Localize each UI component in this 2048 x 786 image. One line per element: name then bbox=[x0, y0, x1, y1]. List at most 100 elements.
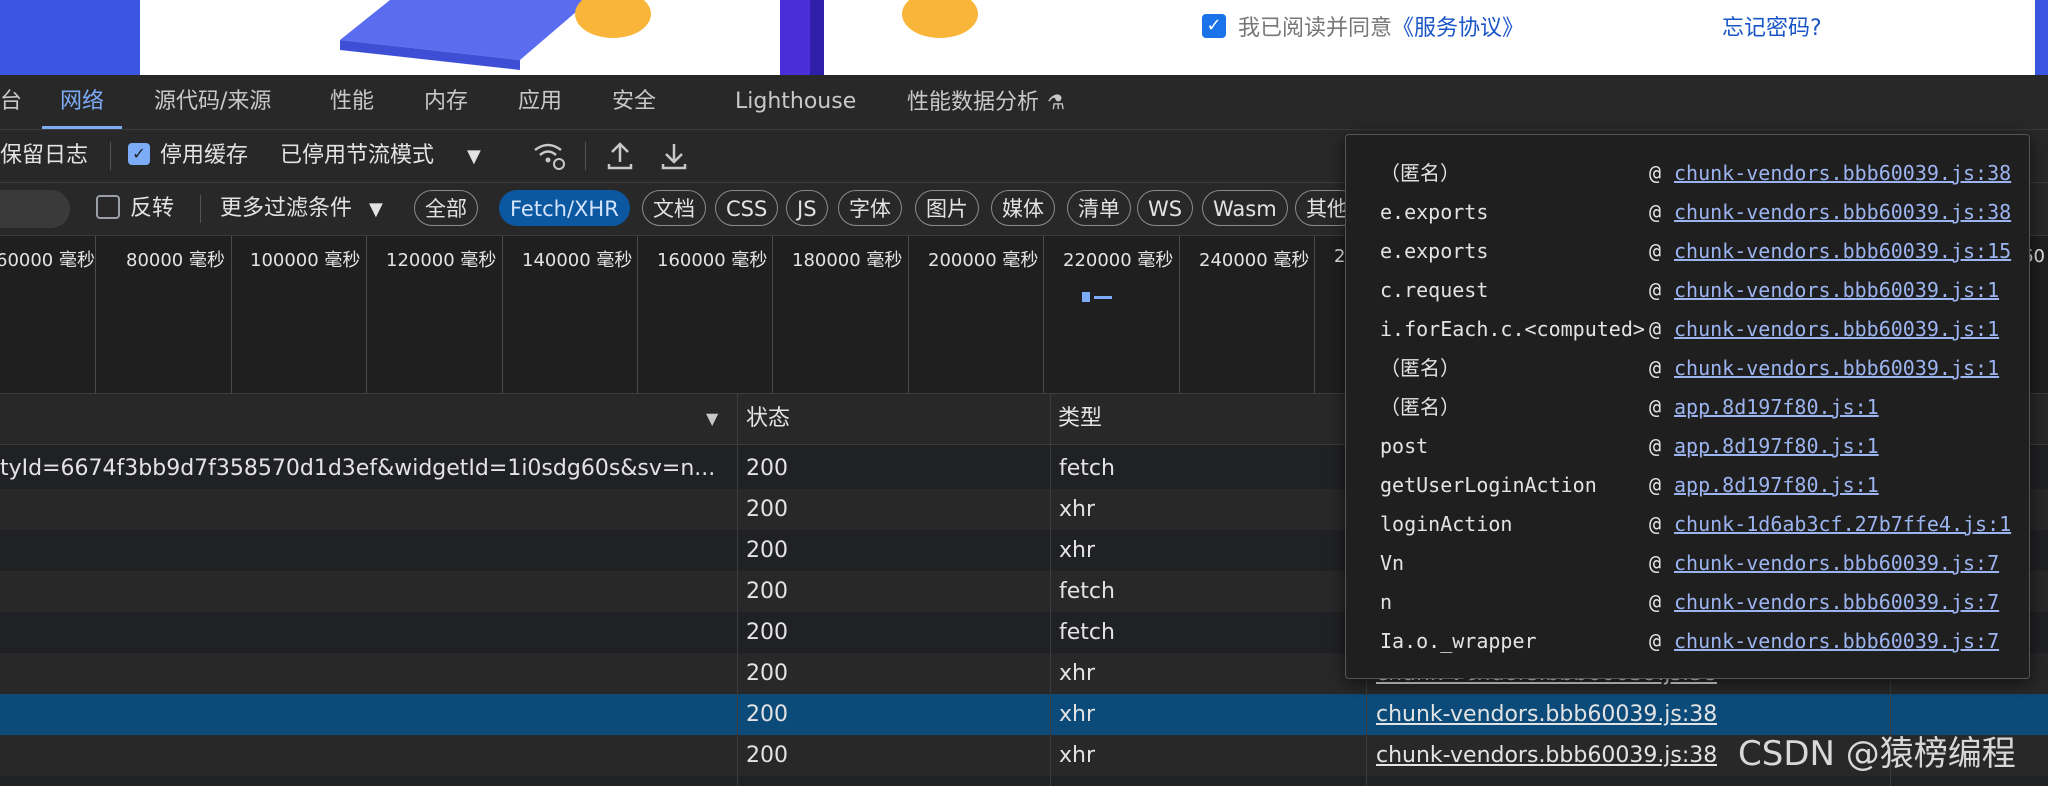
stack-frame: n @ chunk-vendors.bbb60039.js:7 bbox=[1346, 583, 2029, 622]
import-har-icon[interactable] bbox=[606, 140, 634, 172]
at-symbol: @ bbox=[1649, 278, 1662, 302]
filter-input[interactable] bbox=[0, 190, 70, 228]
stack-location-link[interactable]: chunk-vendors.bbb60039.js:38 bbox=[1674, 193, 2011, 232]
at-symbol: @ bbox=[1649, 473, 1662, 497]
request-initiator[interactable]: chunk-vendors.bbb60039.js:38 bbox=[1376, 694, 1717, 735]
initiator-stack-popover: （匿名） @ chunk-vendors.bbb60039.js:38 e.expo… bbox=[1345, 134, 2030, 679]
overview-gridline bbox=[366, 236, 367, 393]
tab-memory[interactable]: 内存 bbox=[424, 75, 468, 129]
stack-frame: Vn @ chunk-vendors.bbb60039.js:7 bbox=[1346, 544, 2029, 583]
filter-chip-ws[interactable]: WS bbox=[1137, 190, 1194, 226]
at-symbol: @ bbox=[1649, 551, 1662, 575]
stack-function: i.forEach.c.<computed> bbox=[1380, 317, 1645, 341]
stack-location-link[interactable]: chunk-vendors.bbb60039.js:7 bbox=[1674, 622, 1999, 661]
stack-function: loginAction bbox=[1380, 512, 1513, 536]
at-symbol: @ bbox=[1649, 161, 1662, 185]
service-agreement-link[interactable]: 《服务协议》 bbox=[1392, 10, 1524, 42]
at-symbol: @ bbox=[1649, 629, 1662, 653]
tab-performance[interactable]: 性能 bbox=[330, 75, 374, 129]
more-filters-dropdown[interactable]: 更多过滤条件 ▼ bbox=[220, 183, 383, 235]
stack-location-link[interactable]: app.8d197f80.js:1 bbox=[1674, 388, 1879, 427]
filter-chip-css[interactable]: CSS bbox=[715, 190, 779, 226]
stack-location-link[interactable]: chunk-1d6ab3cf.27b7ffe4.js:1 bbox=[1674, 505, 2011, 544]
overview-gridline bbox=[1179, 236, 1180, 393]
tab-lighthouse[interactable]: Lighthouse bbox=[735, 75, 856, 129]
filter-chip-all[interactable]: 全部 bbox=[414, 190, 478, 226]
stack-location-link[interactable]: chunk-vendors.bbb60039.js:7 bbox=[1674, 583, 1999, 622]
overview-gridline bbox=[637, 236, 638, 393]
request-name bbox=[0, 530, 728, 571]
tab-performance-insights[interactable]: 性能数据分析 ⚗ bbox=[907, 75, 1065, 129]
illustration-left-panel bbox=[0, 0, 140, 75]
request-name bbox=[0, 653, 728, 694]
stack-location-link[interactable]: chunk-vendors.bbb60039.js:38 bbox=[1674, 154, 2011, 193]
tab-console[interactable]: 台 bbox=[0, 75, 22, 129]
filter-chip-font[interactable]: 字体 bbox=[838, 190, 902, 226]
stack-frame: i.forEach.c.<computed> @ chunk-vendors.bbb… bbox=[1346, 310, 2029, 349]
stack-location-link[interactable]: app.8d197f80.js:1 bbox=[1674, 466, 1879, 505]
request-type: xhr bbox=[1059, 743, 1096, 768]
stack-location-link[interactable]: chunk-vendors.bbb60039.js:1 bbox=[1674, 271, 1999, 310]
agreement-row: ✓ 我已阅读并同意 《服务协议》 bbox=[1202, 10, 1524, 42]
overview-gridline bbox=[772, 236, 773, 393]
tab-network[interactable]: 网络 bbox=[41, 75, 123, 129]
stack-location-link[interactable]: chunk-vendors.bbb60039.js:7 bbox=[1674, 544, 1999, 583]
at-symbol: @ bbox=[1649, 512, 1662, 536]
filter-chip-wasm[interactable]: Wasm bbox=[1202, 190, 1288, 226]
tab-security[interactable]: 安全 bbox=[612, 75, 656, 129]
stack-frame: （匿名） @ chunk-vendors.bbb60039.js:1 bbox=[1346, 349, 2029, 388]
filter-divider bbox=[200, 195, 201, 223]
stack-function: Vn bbox=[1380, 551, 1405, 575]
stack-function: e.exports bbox=[1380, 239, 1489, 263]
request-type: fetch bbox=[1059, 620, 1115, 645]
request-name bbox=[0, 612, 728, 653]
at-symbol: @ bbox=[1649, 434, 1662, 458]
filter-chip-js[interactable]: JS bbox=[786, 190, 828, 226]
filter-chip-img[interactable]: 图片 bbox=[915, 190, 979, 226]
column-divider[interactable] bbox=[1050, 394, 1051, 786]
export-har-icon[interactable] bbox=[660, 140, 688, 172]
at-symbol: @ bbox=[1649, 590, 1662, 614]
overview-gridline bbox=[1043, 236, 1044, 393]
filter-chip-manifest[interactable]: 清单 bbox=[1067, 190, 1131, 226]
devtools-tabbar: 台 网络 源代码/来源 性能 内存 应用 安全 Lighthouse 性能数据分… bbox=[0, 75, 2048, 130]
forgot-password-link[interactable]: 忘记密码? bbox=[1722, 10, 1822, 42]
overview-gridline bbox=[908, 236, 909, 393]
request-type: xhr bbox=[1059, 538, 1096, 563]
preserve-log-label[interactable]: 保留日志 bbox=[0, 130, 88, 182]
more-filters-label: 更多过滤条件 bbox=[220, 196, 353, 221]
request-type: xhr bbox=[1059, 702, 1096, 727]
filter-chip-media[interactable]: 媒体 bbox=[991, 190, 1055, 226]
agreement-checkbox[interactable]: ✓ bbox=[1202, 14, 1226, 38]
stack-function: c.request bbox=[1380, 278, 1489, 302]
sort-descending-icon[interactable]: ▼ bbox=[706, 394, 718, 444]
stack-frame: loginAction @ chunk-1d6ab3cf.27b7ffe4.js:1 bbox=[1346, 505, 2029, 544]
disable-cache-checkbox[interactable]: ✓ bbox=[128, 143, 150, 165]
column-header-type[interactable]: 类型 bbox=[1058, 394, 1102, 444]
network-conditions-icon[interactable] bbox=[532, 140, 566, 172]
invert-checkbox[interactable] bbox=[96, 195, 120, 219]
throttling-select[interactable]: 已停用节流模式 ▼ bbox=[280, 130, 481, 182]
filter-chip-fetch-xhr[interactable]: Fetch/XHR bbox=[499, 190, 630, 226]
column-divider[interactable] bbox=[737, 394, 738, 786]
disable-cache-label: 停用缓存 bbox=[160, 143, 249, 168]
stack-function: e.exports bbox=[1380, 200, 1489, 224]
at-symbol: @ bbox=[1649, 395, 1662, 419]
column-header-status[interactable]: 状态 bbox=[746, 394, 790, 444]
overview-tick-label: 80000 毫秒 bbox=[126, 250, 225, 271]
request-name: tyId=6674f3bb9d7f358570d1d3ef&widgetId=1… bbox=[0, 456, 716, 481]
tab-application[interactable]: 应用 bbox=[518, 75, 562, 129]
tab-sources[interactable]: 源代码/来源 bbox=[154, 75, 271, 129]
at-symbol: @ bbox=[1649, 200, 1662, 224]
disable-cache-toggle[interactable]: ✓ 停用缓存 bbox=[128, 130, 248, 182]
stack-location-link[interactable]: chunk-vendors.bbb60039.js:15 bbox=[1674, 232, 2011, 271]
stack-location-link[interactable]: app.8d197f80.js:1 bbox=[1674, 427, 1879, 466]
request-initiator[interactable]: chunk-vendors.bbb60039.js:38 bbox=[1376, 735, 1717, 776]
agreement-text: 我已阅读并同意 bbox=[1238, 16, 1393, 41]
filter-chip-doc[interactable]: 文档 bbox=[642, 190, 706, 226]
overview-gridline bbox=[231, 236, 232, 393]
stack-function: getUserLoginAction bbox=[1380, 473, 1597, 497]
invert-filter[interactable]: 反转 bbox=[96, 183, 174, 235]
stack-location-link[interactable]: chunk-vendors.bbb60039.js:1 bbox=[1674, 310, 1999, 349]
stack-location-link[interactable]: chunk-vendors.bbb60039.js:1 bbox=[1674, 349, 1999, 388]
